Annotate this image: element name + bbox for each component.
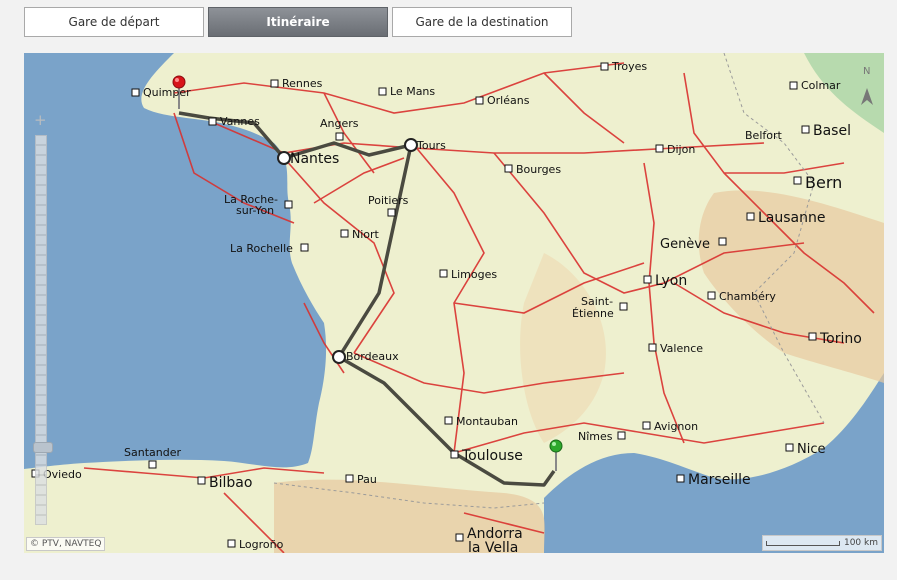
svg-text:Torino: Torino [819,331,862,347]
city-tours: Tours [416,139,446,152]
city-la-rochelle: La Rochelle [230,242,309,255]
zoom-slider-track[interactable] [33,135,53,525]
map-copyright: © PTV, NAVTEQ [26,537,106,551]
svg-text:Niort: Niort [352,228,380,241]
city-le-mans: Le Mans [378,85,435,98]
svg-text:Montauban: Montauban [456,415,518,428]
svg-text:Quimper: Quimper [143,86,191,99]
tab-depart[interactable]: Gare de départ [24,7,204,37]
city-chambery: Chambéry [707,290,776,303]
svg-text:Orléans: Orléans [487,94,530,107]
city-colmar: Colmar [789,79,841,92]
zoom-in-icon[interactable]: + [34,113,47,128]
svg-text:Oviedo: Oviedo [43,468,82,481]
route-map[interactable]: N Troyes Colmar Rennes Quimper Le Mans O… [24,53,884,553]
svg-text:Bilbao: Bilbao [209,475,252,491]
svg-text:Rennes: Rennes [282,77,323,90]
city-nantes: Nantes [290,151,339,167]
svg-text:la Vella: la Vella [468,540,518,553]
svg-text:Colmar: Colmar [801,79,841,92]
svg-text:Lyon: Lyon [655,273,687,289]
svg-text:N: N [863,66,870,77]
svg-text:Poitiers: Poitiers [368,194,409,207]
city-nimes: Nîmes [578,430,626,443]
tab-itineraire[interactable]: Itinéraire [208,7,388,37]
city-santander: Santander [124,446,181,469]
tab-destination[interactable]: Gare de la destination [392,7,572,37]
city-lausanne: Lausanne [746,210,825,226]
svg-text:Chambéry: Chambéry [719,290,776,303]
svg-text:Angers: Angers [320,117,359,130]
forest-terrain [804,53,884,133]
city-basel: Basel [801,123,851,139]
svg-text:Valence: Valence [660,342,703,355]
svg-text:Logroño: Logroño [239,538,284,551]
map-canvas[interactable]: N Troyes Colmar Rennes Quimper Le Mans O… [24,53,884,553]
station-tours [404,138,418,152]
svg-text:Troyes: Troyes [611,60,647,73]
svg-text:Lausanne: Lausanne [758,210,825,226]
svg-text:Limoges: Limoges [451,268,497,281]
city-angers: Angers [320,117,359,141]
svg-text:Pau: Pau [357,473,377,486]
city-nice: Nice [785,442,825,457]
svg-text:Toulouse: Toulouse [461,448,523,464]
svg-text:Avignon: Avignon [654,420,698,433]
city-troyes: Troyes [600,60,647,73]
svg-text:Tours: Tours [416,139,446,152]
svg-text:Marseille: Marseille [688,472,751,488]
svg-text:Le Mans: Le Mans [390,85,435,98]
svg-text:Vannes: Vannes [220,115,260,128]
svg-text:Basel: Basel [813,123,851,139]
city-niort: Niort [340,228,380,241]
city-poitiers: Poitiers [368,194,409,217]
svg-text:Bern: Bern [805,173,842,192]
city-limoges: Limoges [439,268,497,281]
svg-text:La Rochelle: La Rochelle [230,242,293,255]
scale-label: 100 km [843,538,878,548]
svg-text:Dijon: Dijon [667,143,695,156]
station-nantes [277,151,291,165]
svg-text:Étienne: Étienne [572,307,614,320]
zoom-control[interactable]: + [33,113,53,525]
map-scale: 100 km [761,535,882,551]
city-bern: Bern [793,173,842,192]
scale-bar [765,540,840,546]
svg-text:Bourges: Bourges [516,163,561,176]
city-valence: Valence [648,342,703,355]
svg-text:Genève: Genève [660,237,710,252]
svg-text:sur-Yon: sur-Yon [236,204,274,217]
mediterranean-sea [544,373,884,553]
city-avignon: Avignon [642,420,698,433]
city-montauban: Montauban [444,415,518,428]
city-toulouse: Toulouse [450,448,523,464]
svg-text:Santander: Santander [124,446,181,459]
end-pin [549,439,563,471]
svg-text:Bordeaux: Bordeaux [346,350,399,363]
svg-text:Nîmes: Nîmes [578,430,613,443]
station-bordeaux [332,350,346,364]
city-bordeaux: Bordeaux [346,350,399,363]
city-dijon: Dijon [655,143,695,156]
city-saint-etienne: Saint- Étienne [572,295,628,320]
svg-text:Nantes: Nantes [290,151,339,167]
zoom-slider-handle[interactable] [33,442,53,453]
massif-terrain [520,253,606,443]
svg-text:Nice: Nice [797,442,825,457]
city-bourges: Bourges [504,163,561,176]
city-belfort: Belfort [745,129,782,142]
city-marseille: Marseille [676,472,751,488]
city-logrono: Logroño [227,538,284,551]
svg-text:Belfort: Belfort [745,129,782,142]
